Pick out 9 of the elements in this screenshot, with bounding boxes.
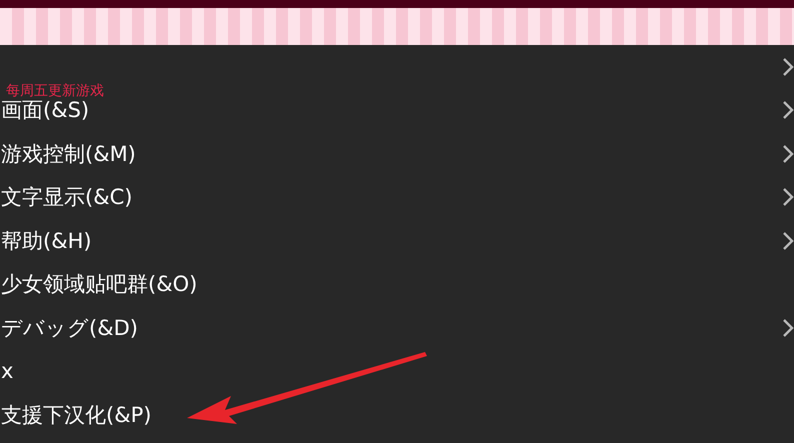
menu-item[interactable]: 支援下汉化(&P)	[0, 400, 152, 429]
menu-item[interactable]: デバッグ(&D)	[0, 314, 138, 342]
menu-item[interactable]: 文字显示(&C)	[0, 183, 132, 212]
menu-item[interactable]: 游戏控制(&M)	[0, 140, 136, 168]
menu-item[interactable]: 少女领域贴吧群(&O)	[0, 270, 198, 298]
menu-item[interactable]: 画面(&S)	[0, 96, 90, 124]
menu-item[interactable]: 帮助(&H)	[0, 226, 92, 255]
menu-item[interactable]: x	[0, 359, 14, 384]
notice-text: 每周五更新游戏	[6, 83, 104, 99]
